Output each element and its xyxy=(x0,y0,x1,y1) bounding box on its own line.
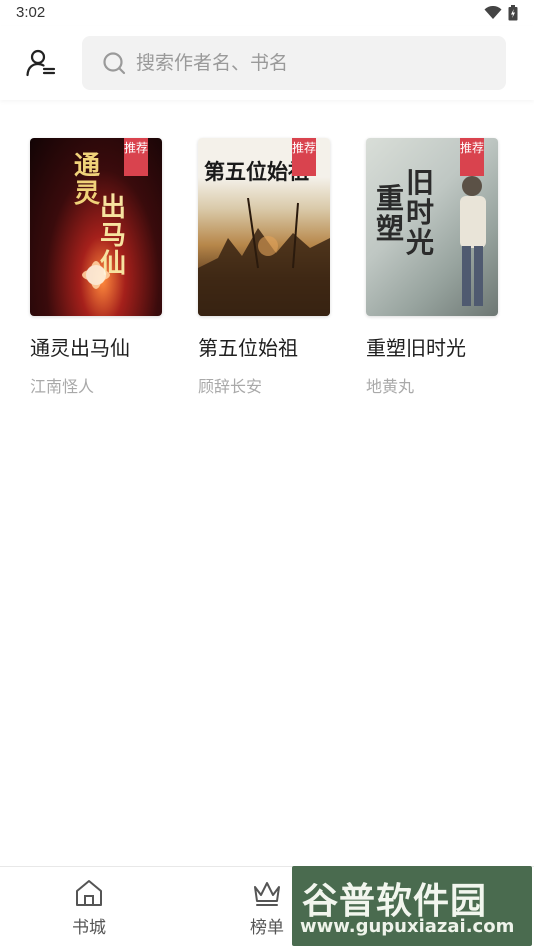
battery-icon xyxy=(508,5,518,21)
flower-art xyxy=(82,261,110,289)
recommend-badge: 推荐 xyxy=(124,138,148,176)
cover-title-text-2: 旧时光 xyxy=(406,166,435,259)
book-card[interactable]: 第五位始祖 推荐 第五位始祖 顾辞长安 xyxy=(198,138,330,397)
status-icons xyxy=(484,5,518,21)
book-title[interactable]: 重塑旧时光 xyxy=(366,332,498,361)
status-time: 3:02 xyxy=(16,4,46,21)
figure-art xyxy=(460,176,486,306)
book-author: 江南怪人 xyxy=(30,377,95,396)
book-title[interactable]: 通灵出马仙 xyxy=(30,332,162,361)
search-box[interactable] xyxy=(82,36,506,90)
watermark-url: www.gupuxiazai.com xyxy=(300,916,515,937)
recommend-badge: 推荐 xyxy=(460,138,484,176)
status-bar: 3:02 xyxy=(0,0,534,26)
book-card[interactable]: 重塑 旧时光 推荐 重塑旧时光 地黄丸 xyxy=(366,138,498,397)
watermark: 谷普软件园 www.gupuxiazai.com xyxy=(292,866,532,946)
book-cover[interactable]: 第五位始祖 推荐 xyxy=(198,138,330,316)
user-list-icon xyxy=(26,49,56,77)
book-cover[interactable]: 重塑 旧时光 推荐 xyxy=(366,138,498,316)
cover-title-text: 通灵 xyxy=(74,151,103,209)
recommend-badge: 推荐 xyxy=(292,138,316,176)
header xyxy=(0,26,534,100)
book-author: 地黄丸 xyxy=(366,377,415,396)
search-input[interactable] xyxy=(136,52,496,74)
battle-art xyxy=(198,198,330,316)
nav-label: 书城 xyxy=(72,918,106,938)
wifi-icon xyxy=(484,6,502,19)
home-icon xyxy=(76,880,102,906)
book-cover[interactable]: 通灵 出马仙 推荐 xyxy=(30,138,162,316)
book-title[interactable]: 第五位始祖 xyxy=(198,332,330,361)
crown-icon xyxy=(254,882,280,906)
nav-item-bookstore[interactable]: 书城 xyxy=(49,877,129,938)
cover-title-text: 重塑 xyxy=(376,182,405,245)
book-author: 顾辞长安 xyxy=(198,377,263,396)
search-icon xyxy=(103,52,126,75)
book-card[interactable]: 通灵 出马仙 推荐 通灵出马仙 江南怪人 xyxy=(30,138,162,397)
profile-button[interactable] xyxy=(22,44,60,82)
